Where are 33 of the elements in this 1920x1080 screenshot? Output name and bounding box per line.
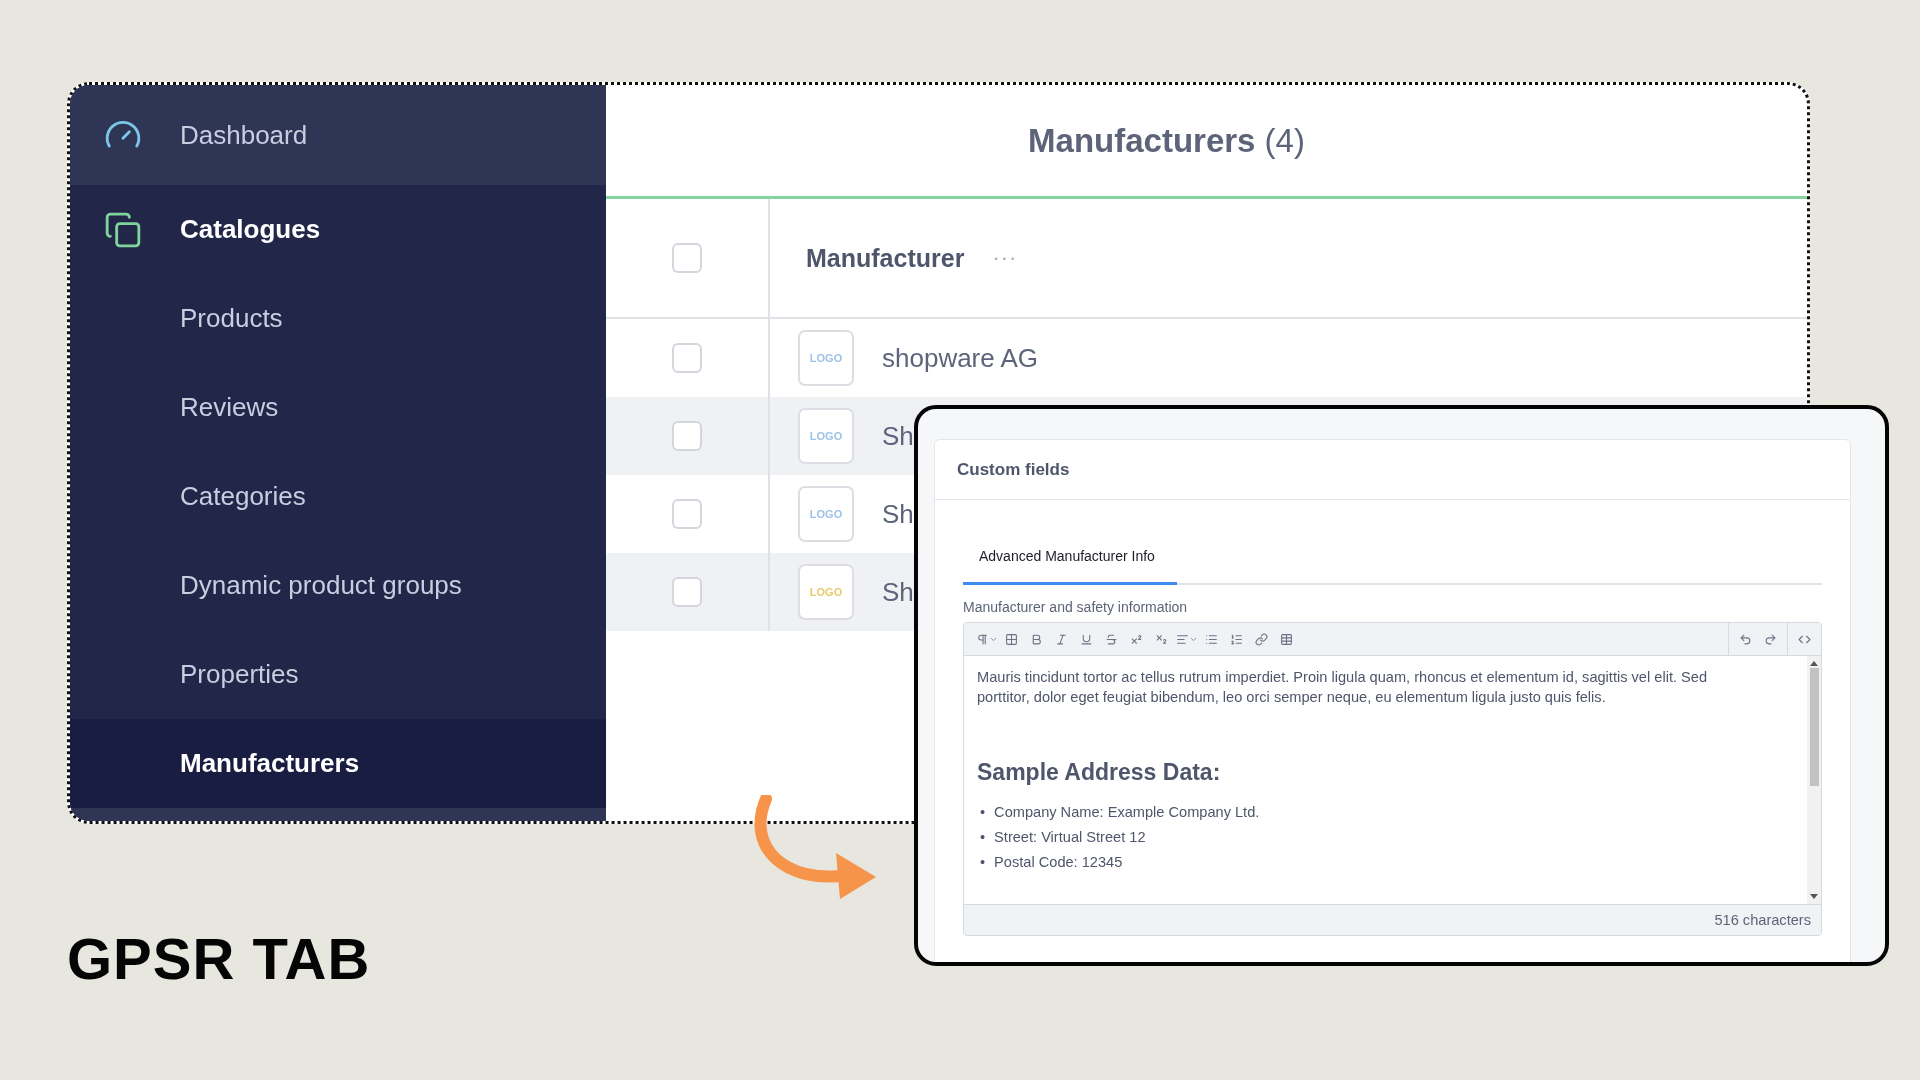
manufacturer-name[interactable]: shopware AG (882, 342, 1039, 374)
page-title: Manufacturers (4) (1028, 121, 1305, 160)
logo-thumbnail: LOGO (798, 330, 854, 386)
list-item: Postal Code: 12345 (994, 853, 1123, 872)
tab[interactable]: Advanced Manufacturer Info (963, 532, 1177, 585)
field-label: Manufacturer and safety information (963, 599, 1189, 615)
bullet: • (980, 853, 986, 872)
logo-thumbnail: LOGO (798, 408, 854, 464)
bullet: • (980, 803, 986, 822)
scrollbar[interactable] (1807, 656, 1821, 904)
logo-thumbnail: LOGO (798, 486, 854, 542)
row-checkbox[interactable] (672, 499, 702, 529)
sidebar-item[interactable]: Dashboard (180, 119, 308, 151)
select-all-checkbox[interactable] (672, 243, 702, 273)
sidebar-subitem[interactable]: Manufacturers (70, 719, 606, 808)
logo-thumbnail: LOGO (798, 564, 854, 620)
character-count: 516 characters (1714, 912, 1811, 928)
bullet: • (980, 828, 986, 847)
manufacturer-name[interactable]: Sh (882, 576, 914, 608)
editor-heading: Sample Address Data: (977, 759, 1222, 786)
caption: GPSR TAB (67, 925, 371, 992)
copy-icon (104, 210, 142, 249)
list-item: Street: Virtual Street 12 (994, 828, 1146, 847)
row-checkbox[interactable] (672, 577, 702, 607)
list-item: Company Name: Example Company Ltd. (994, 803, 1260, 822)
column-header[interactable]: Manufacturer (806, 243, 965, 273)
editor-paragraph: Mauris tincidunt tortor ac tellus rutrum imperdiet. Proin ligula quam, rhoncus et elementum id, sagittis vel elit. Sed porttitor, dolor eget feugiat bibendum, leo orci semper neque, eu elementum ligula justo quis felis. (977, 668, 1708, 707)
manufacturer-name[interactable]: Sh (882, 420, 914, 452)
manufacturer-name[interactable]: Sh (882, 498, 914, 530)
row-checkbox[interactable] (672, 421, 702, 451)
card-title: Custom fields (957, 459, 1070, 480)
sidebar-item[interactable]: Catalogues (180, 214, 321, 245)
row-checkbox[interactable] (672, 343, 702, 373)
